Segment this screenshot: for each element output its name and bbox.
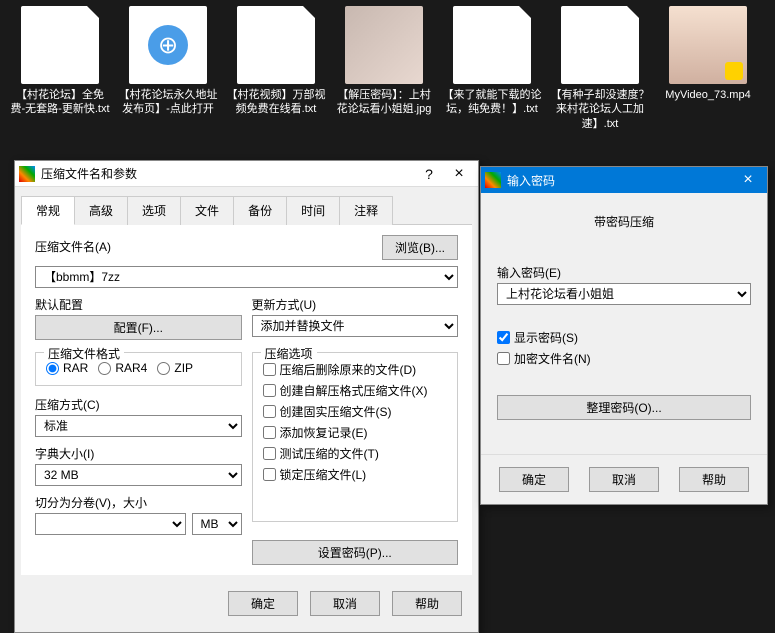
method-select[interactable]: 标准 [35,415,242,437]
file-thumb: ⊕ [129,6,207,84]
tab-0[interactable]: 常规 [21,196,75,225]
tab-2[interactable]: 选项 [127,196,181,225]
password-dialog: 输入密码 × 带密码压缩 输入密码(E) 上村花论坛看小姐姐 显示密码(S) 加… [480,166,768,505]
file-item[interactable]: ⊕ 【村花论坛永久地址发布页】-点此打开 [118,6,218,131]
option-check-3[interactable]: 添加恢复记录(E) [263,424,448,441]
split-size-select[interactable] [35,513,186,535]
file-thumb [237,6,315,84]
file-thumb [453,6,531,84]
app-icon [19,166,35,182]
file-label: 【村花论坛】全免费-无套路-更新快.txt [10,88,110,117]
file-label: 【村花论坛永久地址发布页】-点此打开 [118,88,218,117]
file-item[interactable]: 【来了就能下载的论坛，纯免费！】.txt [442,6,542,131]
password-heading: 带密码压缩 [497,203,751,240]
show-password-checkbox[interactable]: 显示密码(S) [497,329,751,346]
ok-button[interactable]: 确定 [499,467,569,492]
archive-buttons: 确定 取消 帮助 [21,581,472,626]
archive-body: 压缩文件名(A) 浏览(B)... 【bbmm】7zz 默认配置 配置(F)..… [21,225,472,575]
options-list: 压缩后删除原来的文件(D) 创建自解压格式压缩文件(X) 创建固实压缩文件(S) 添加… [263,361,448,483]
close-icon[interactable]: × [444,163,474,185]
file-thumb [561,6,639,84]
profile-label: 默认配置 [35,296,242,313]
password-input[interactable]: 上村花论坛看小姐姐 [497,283,751,305]
tab-5[interactable]: 时间 [286,196,340,225]
ok-button[interactable]: 确定 [228,591,298,616]
method-label: 压缩方式(C) [35,396,242,413]
file-item[interactable]: 【村花视频】万部视频免费在线看.txt [226,6,326,131]
archive-dialog: 压缩文件名和参数 ? × 常规高级选项文件备份时间注释 压缩文件名(A) 浏览(… [14,160,479,633]
browse-button[interactable]: 浏览(B)... [382,235,458,260]
option-check-5[interactable]: 锁定压缩文件(L) [263,466,448,483]
tab-3[interactable]: 文件 [180,196,234,225]
file-label: 【来了就能下载的论坛，纯免费！】.txt [442,88,542,117]
format-radio-rar4[interactable]: RAR4 [98,361,147,375]
file-item[interactable]: 【有种子却没速度？来村花论坛人工加速】.txt [550,6,650,131]
enter-password-label: 输入密码(E) [497,264,751,281]
format-radios: RAR RAR4 ZIP [46,361,231,379]
option-check-4[interactable]: 测试压缩的文件(T) [263,445,448,462]
update-mode-label: 更新方式(U) [252,296,459,313]
app-icon [485,172,501,188]
tab-1[interactable]: 高级 [74,196,128,225]
cancel-button[interactable]: 取消 [310,591,380,616]
password-titlebar[interactable]: 输入密码 × [481,167,767,193]
option-check-2[interactable]: 创建固实压缩文件(S) [263,403,448,420]
options-label: 压缩选项 [261,345,317,362]
help-button[interactable]: 帮助 [679,467,749,492]
password-title: 输入密码 [507,172,733,189]
file-label: 【村花视频】万部视频免费在线看.txt [226,88,326,117]
option-check-1[interactable]: 创建自解压格式压缩文件(X) [263,382,448,399]
format-radio-rar[interactable]: RAR [46,361,88,375]
format-group: 压缩文件格式 RARRAR4ZIP [35,352,242,386]
help-button[interactable]: 帮助 [392,591,462,616]
help-icon[interactable]: ? [414,163,444,185]
dict-select[interactable]: 32 MB [35,464,242,486]
file-thumb [669,6,747,84]
format-radio-zip[interactable]: ZIP [157,361,193,375]
set-password-button[interactable]: 设置密码(P)... [252,540,459,565]
tabs: 常规高级选项文件备份时间注释 [21,195,472,225]
archive-name-label: 压缩文件名(A) [35,238,376,255]
archive-titlebar[interactable]: 压缩文件名和参数 ? × [15,161,478,187]
file-thumb [21,6,99,84]
close-icon[interactable]: × [733,169,763,191]
profiles-button[interactable]: 配置(F)... [35,315,242,340]
file-label: 【有种子却没速度？来村花论坛人工加速】.txt [550,88,650,131]
archive-name-input[interactable]: 【bbmm】7zz [35,266,458,288]
dict-label: 字典大小(I) [35,445,242,462]
split-label: 切分为分卷(V)，大小 [35,494,242,511]
password-buttons: 确定 取消 帮助 [481,454,767,504]
cancel-button[interactable]: 取消 [589,467,659,492]
options-group: 压缩选项 压缩后删除原来的文件(D)创建自解压格式压缩文件(X)创建固实压缩文件… [252,352,459,522]
update-mode-select[interactable]: 添加并替换文件 [252,315,459,337]
file-item[interactable]: MyVideo_73.mp4 [658,6,758,131]
file-thumb [345,6,423,84]
tab-4[interactable]: 备份 [233,196,287,225]
tab-6[interactable]: 注释 [339,196,393,225]
option-check-0[interactable]: 压缩后删除原来的文件(D) [263,361,448,378]
encrypt-names-checkbox[interactable]: 加密文件名(N) [497,350,751,367]
file-label: MyVideo_73.mp4 [658,88,758,102]
file-item[interactable]: 【村花论坛】全免费-无套路-更新快.txt [10,6,110,131]
organize-passwords-button[interactable]: 整理密码(O)... [497,395,751,420]
file-label: 【解压密码】：上村花论坛看小姐姐.jpg [334,88,434,117]
archive-title: 压缩文件名和参数 [41,165,414,182]
split-unit-select[interactable]: MB [192,513,242,535]
globe-icon: ⊕ [148,25,188,65]
file-item[interactable]: 【解压密码】：上村花论坛看小姐姐.jpg [334,6,434,131]
format-label: 压缩文件格式 [44,345,124,362]
desktop: 【村花论坛】全免费-无套路-更新快.txt ⊕ 【村花论坛永久地址发布页】-点此打开… [0,0,775,137]
